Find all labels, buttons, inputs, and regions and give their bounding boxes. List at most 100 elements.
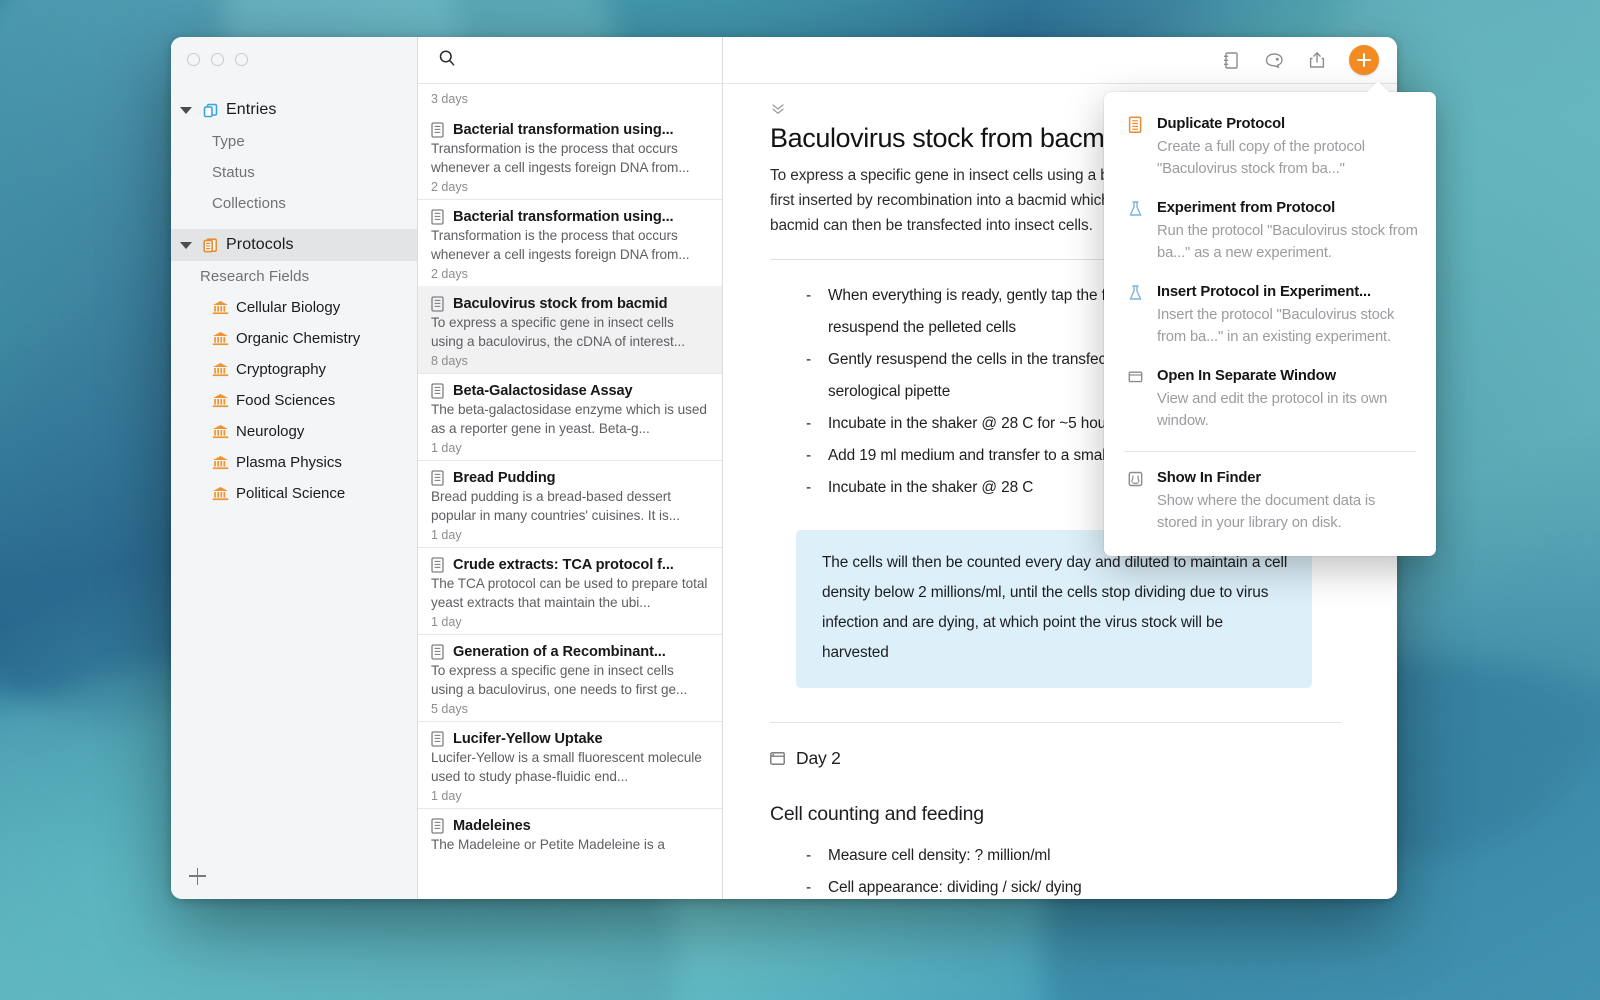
list-item[interactable]: Bread Pudding Bread pudding is a bread-b… [418, 460, 722, 547]
add-source-button[interactable] [189, 867, 206, 885]
bank-icon [212, 393, 229, 408]
sidebar-item-type[interactable]: Type [171, 126, 417, 157]
sidebar-group-protocols[interactable]: Protocols [171, 229, 417, 261]
menu-item-show-in-finder[interactable]: Show In Finder Show where the document d… [1104, 460, 1436, 544]
bullet-item: - Cell appearance: dividing / sick/ dyin… [806, 872, 1341, 899]
list-item-date: 8 days [431, 354, 468, 368]
list-item-title: Baculovirus stock from bacmid [453, 296, 668, 312]
bank-icon [212, 362, 229, 377]
list-item-snippet: The beta-galactosidase enzyme which is u… [431, 402, 707, 436]
bullet-text: Measure cell density: ? million/ml [828, 846, 1051, 864]
sidebar-footer [171, 853, 417, 899]
window-controls [171, 37, 417, 84]
chevron-double-down-icon[interactable] [770, 103, 786, 120]
list-item-date: 2 days [431, 180, 468, 194]
bullet-dash: - [806, 478, 812, 496]
sidebar-item-neurology[interactable]: Neurology [171, 416, 417, 447]
protocols-icon [201, 236, 220, 255]
list-item-title: Generation of a Recombinant... [453, 644, 666, 660]
menu-item-open-in-separate-window[interactable]: Open In Separate Window View and edit th… [1104, 358, 1436, 442]
sidebar-item-cryptography[interactable]: Cryptography [171, 354, 417, 385]
list-item[interactable]: Bacterial transformation using... Transf… [418, 113, 722, 199]
list-item-header: Beta-Galactosidase Assay [431, 380, 709, 401]
sidebar-item-political-science[interactable]: Political Science [171, 478, 417, 509]
sidebar-tree: Entries Type Status Collections Protocol… [171, 84, 417, 853]
sidebar-section-research-fields[interactable]: Research Fields [171, 261, 417, 292]
day-bullet-list: - Measure cell density: ? million/ml - C… [770, 826, 1341, 899]
menu-item-title: Experiment from Protocol [1157, 200, 1336, 216]
sidebar-item-label: Neurology [236, 423, 305, 440]
list-item[interactable]: Beta-Galactosidase Assay The beta-galact… [418, 373, 722, 460]
menu-item-description: Show where the document data is stored i… [1157, 493, 1376, 531]
menu-item-description: Run the protocol "Baculovirus stock from… [1157, 223, 1418, 261]
notebook-icon[interactable] [1220, 49, 1242, 71]
context-menu-popover: Duplicate Protocol Create a full copy of… [1104, 92, 1436, 556]
list-item-date: 1 day [431, 789, 462, 803]
document-icon [431, 644, 444, 660]
share-icon[interactable] [1306, 49, 1328, 71]
sidebar-item-label: Cryptography [236, 361, 327, 378]
list-item-header: Crude extracts: TCA protocol f... [431, 554, 709, 575]
list-item-snippet: The Madeleine or Petite Madeleine is a [431, 837, 665, 852]
menu-item-experiment-from-protocol[interactable]: Experiment from Protocol Run the protoco… [1104, 190, 1436, 274]
bank-icon [212, 331, 229, 346]
sidebar-item-status[interactable]: Status [171, 157, 417, 188]
sidebar-item-label: Cellular Biology [236, 299, 341, 316]
list-item[interactable]: Bacterial transformation using... Transf… [418, 199, 722, 286]
list-item-title: Crude extracts: TCA protocol f... [453, 557, 674, 573]
sidebar-item-plasma-physics[interactable]: Plasma Physics [171, 447, 417, 478]
day-label: Day 2 [796, 747, 841, 768]
list-item-date: 1 day [431, 441, 462, 455]
menu-item-title: Insert Protocol in Experiment... [1157, 284, 1371, 300]
list-item-title: Bread Pudding [453, 470, 556, 486]
menu-item-duplicate-protocol[interactable]: Duplicate Protocol Create a full copy of… [1104, 106, 1436, 190]
list-item-snippet: Transformation is the process that occur… [431, 141, 690, 175]
list-item-date: 1 day [431, 528, 462, 542]
list-item-header: Baculovirus stock from bacmid [431, 293, 709, 314]
protocol-document-icon [1126, 114, 1145, 180]
day-section-header: Day 2 [770, 723, 1341, 769]
bullet-dash: - [806, 286, 812, 304]
sidebar-group-label: Protocols [226, 236, 294, 253]
list-item[interactable]: Madeleines The Madeleine or Petite Madel… [418, 808, 722, 860]
bullet-dash: - [806, 414, 812, 432]
menu-separator [1124, 451, 1416, 452]
menu-item-body: Open In Separate Window View and edit th… [1157, 366, 1418, 432]
sidebar-item-food-sciences[interactable]: Food Sciences [171, 385, 417, 416]
list-item-header: Bread Pudding [431, 467, 709, 488]
window-icon [770, 751, 785, 765]
document-icon [431, 296, 444, 312]
search-input[interactable] [466, 52, 722, 68]
minimize-button[interactable] [211, 53, 224, 66]
bullet-dash: - [806, 446, 812, 464]
sidebar-item-label: Plasma Physics [236, 454, 342, 471]
search-bar[interactable] [418, 37, 722, 84]
list-item-snippet: Lucifer-Yellow is a small fluorescent mo… [431, 750, 702, 784]
disclosure-triangle-icon[interactable] [180, 241, 192, 249]
menu-item-body: Experiment from Protocol Run the protoco… [1157, 198, 1418, 264]
tag-icon[interactable] [1263, 49, 1285, 71]
list-item[interactable]: Generation of a Recombinant... To expres… [418, 634, 722, 721]
menu-item-insert-protocol-in-experiment[interactable]: Insert Protocol in Experiment... Insert … [1104, 274, 1436, 358]
list-item-selected[interactable]: Baculovirus stock from bacmid To express… [418, 286, 722, 373]
disclosure-triangle-icon[interactable] [180, 106, 192, 114]
entry-list[interactable]: 3 days Bacterial transformation using...… [418, 84, 722, 899]
sidebar-item-cellular-biology[interactable]: Cellular Biology [171, 292, 417, 323]
list-item-snippet: Bread pudding is a bread-based dessert p… [431, 489, 680, 523]
close-button[interactable] [187, 53, 200, 66]
list-item-header: Bacterial transformation using... [431, 206, 709, 227]
menu-item-body: Insert Protocol in Experiment... Insert … [1157, 282, 1418, 348]
zoom-button[interactable] [235, 53, 248, 66]
flask-icon [1126, 198, 1145, 264]
list-item[interactable]: Crude extracts: TCA protocol f... The TC… [418, 547, 722, 634]
sidebar-item-collections[interactable]: Collections [171, 188, 417, 219]
list-item[interactable]: Lucifer-Yellow Uptake Lucifer-Yellow is … [418, 721, 722, 808]
document-icon [431, 470, 444, 486]
add-button[interactable] [1349, 44, 1379, 75]
list-item-title: Bacterial transformation using... [453, 122, 674, 138]
bullet-item: - Measure cell density: ? million/ml [806, 840, 1341, 872]
list-item-title: Beta-Galactosidase Assay [453, 383, 633, 399]
sidebar-group-entries[interactable]: Entries [171, 94, 417, 126]
sidebar-item-organic-chemistry[interactable]: Organic Chemistry [171, 323, 417, 354]
list-item-header: Generation of a Recombinant... [431, 641, 709, 662]
